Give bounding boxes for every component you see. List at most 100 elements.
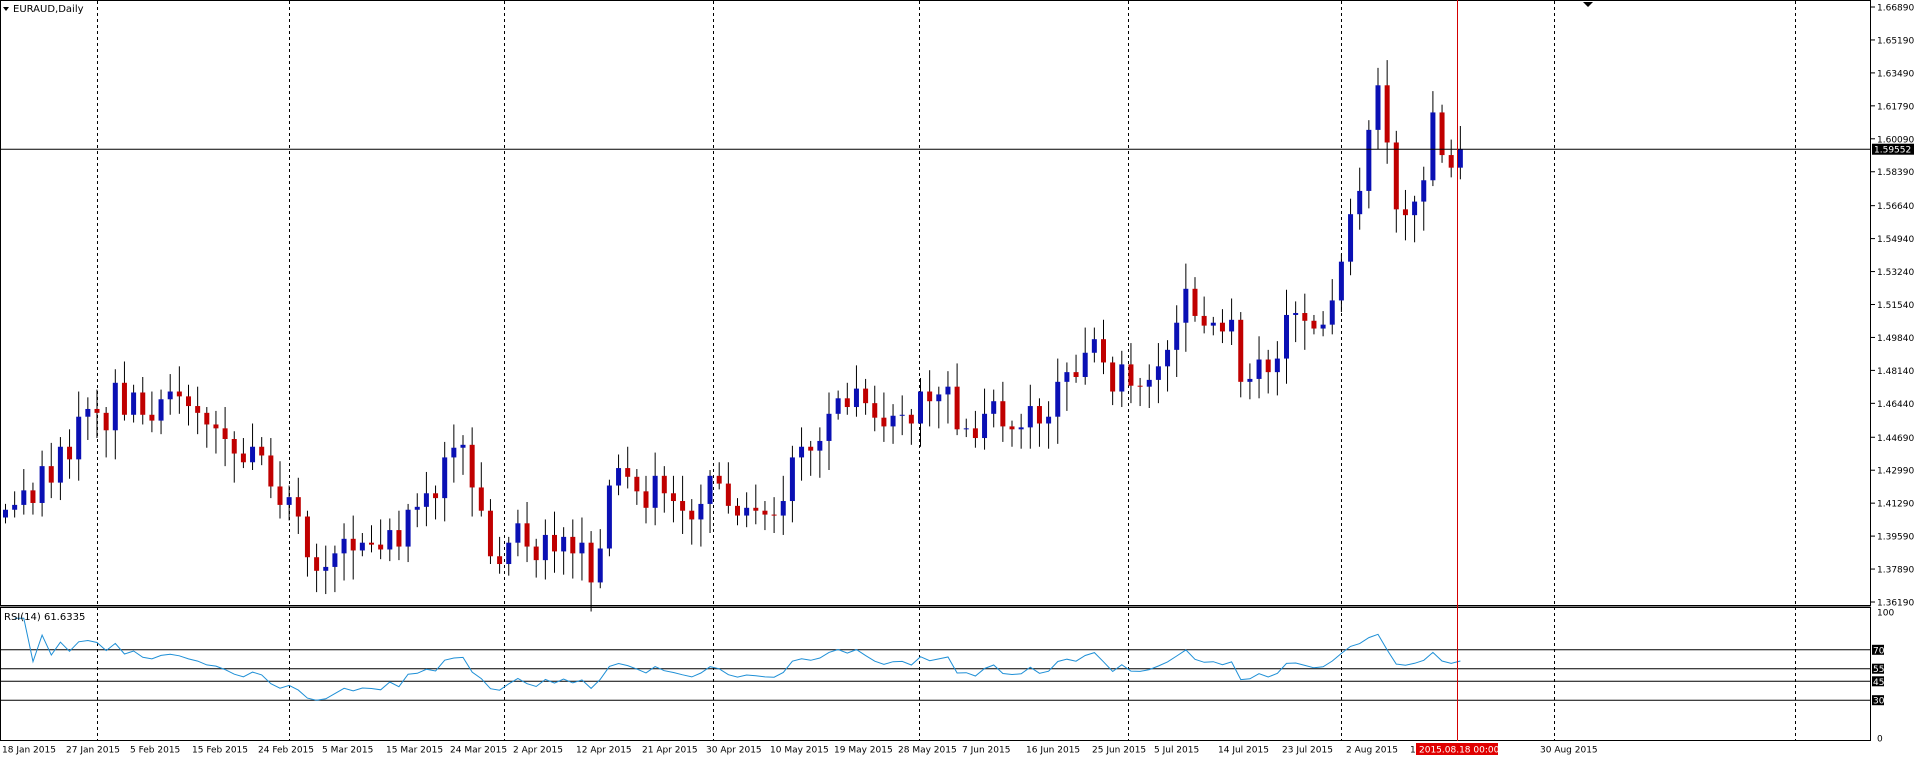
candle-body [103, 412, 109, 431]
candle [1293, 301, 1299, 343]
price-tick-label: 1.49840 [1877, 334, 1914, 344]
candle [1284, 289, 1289, 384]
candle [1320, 311, 1326, 337]
candle-body [771, 514, 777, 516]
candle-body [835, 398, 841, 414]
vertical-grid [97, 1, 1796, 741]
candle [808, 440, 814, 476]
time-tick-label: 15 Mar 2015 [386, 746, 443, 756]
candle-body [350, 538, 356, 551]
candle-body [661, 475, 667, 494]
candle [661, 466, 667, 513]
candle-body [652, 475, 658, 508]
candle-body [341, 538, 347, 554]
candle-body [1338, 261, 1344, 301]
candle-body [1073, 372, 1079, 377]
candle-body [497, 556, 503, 565]
candle [918, 377, 923, 447]
candle-body [1210, 322, 1216, 326]
candle-body [808, 446, 814, 451]
candle [469, 427, 475, 517]
candle [972, 410, 978, 448]
candle-body [698, 503, 704, 520]
time-tick-label: 19 May 2015 [834, 746, 893, 756]
candle-body [304, 516, 310, 558]
candle-body [1219, 322, 1225, 332]
price-tick-label: 1.51540 [1877, 301, 1914, 311]
price-tick-label: 1.42990 [1877, 467, 1914, 477]
candle-body [863, 388, 869, 404]
candle-body [753, 507, 759, 511]
candle-body [972, 428, 978, 439]
candle [167, 374, 173, 415]
candle [579, 517, 585, 581]
candle [405, 503, 411, 563]
candle-body [1101, 339, 1106, 363]
time-tick-label: 12 Apr 2015 [576, 746, 632, 756]
candle-body [314, 557, 320, 571]
candle-body [94, 408, 100, 413]
candle-body [396, 530, 402, 547]
candle-body [323, 566, 329, 571]
candle-body [1421, 180, 1427, 202]
candle [487, 499, 493, 565]
candle-body [451, 447, 457, 458]
candle-body [67, 446, 73, 460]
candle-body [1036, 406, 1042, 424]
candle [643, 475, 649, 524]
rsi-level-label: 30 [1873, 697, 1885, 707]
candle [176, 366, 182, 414]
candle [570, 519, 576, 579]
triangle-down-icon[interactable] [3, 7, 9, 11]
candle [186, 384, 191, 426]
candle [213, 410, 219, 454]
candle [442, 441, 448, 522]
candle-body [689, 510, 695, 520]
candle [341, 523, 347, 581]
candle-body [1375, 85, 1381, 130]
time-tick-label: 2 Aug 2015 [1346, 746, 1398, 756]
candle [753, 484, 759, 525]
candle-body [908, 414, 914, 424]
candle-body [1229, 319, 1235, 332]
candle [1101, 319, 1106, 375]
candle-body [1238, 319, 1244, 382]
time-tick-label: 5 Mar 2015 [322, 746, 373, 756]
candle [954, 363, 960, 436]
rsi-series [14, 617, 1461, 701]
time-tick-label: 10 May 2015 [770, 746, 829, 756]
candle-body [1329, 300, 1335, 325]
chart-canvas[interactable]: 1.668901.651901.634901.617901.600901.583… [0, 0, 1915, 761]
candle-body [945, 386, 951, 395]
candle [1366, 120, 1372, 209]
candle-body [616, 468, 622, 486]
candle [1128, 343, 1134, 404]
price-axis: 1.668901.651901.634901.617901.600901.583… [1871, 4, 1914, 609]
shift-marker-icon[interactable] [1583, 2, 1593, 7]
candle [1348, 198, 1354, 276]
candle [195, 386, 201, 435]
price-tick-label: 1.39590 [1877, 533, 1914, 543]
candle-body [744, 507, 750, 516]
candle-body [176, 391, 182, 397]
candle-body [1201, 315, 1207, 326]
candle-body [954, 386, 960, 430]
time-tick-label: 27 Jan 2015 [66, 746, 120, 756]
candle [826, 392, 832, 471]
candle [140, 376, 146, 425]
candle [369, 525, 374, 553]
candle [780, 475, 786, 535]
candle [378, 519, 384, 560]
candle-body [506, 542, 512, 565]
candle [1329, 279, 1335, 335]
candle [945, 371, 951, 424]
candle [76, 391, 82, 481]
time-tick-label: 24 Feb 2015 [258, 746, 314, 756]
price-tick-label: 1.56640 [1877, 202, 1914, 212]
candle [57, 437, 63, 501]
candle [1421, 166, 1427, 231]
candle-body [789, 457, 795, 502]
candle-body [1183, 288, 1189, 323]
candle-body [1119, 364, 1125, 392]
time-tick-label: 14 Jul 2015 [1218, 746, 1269, 756]
